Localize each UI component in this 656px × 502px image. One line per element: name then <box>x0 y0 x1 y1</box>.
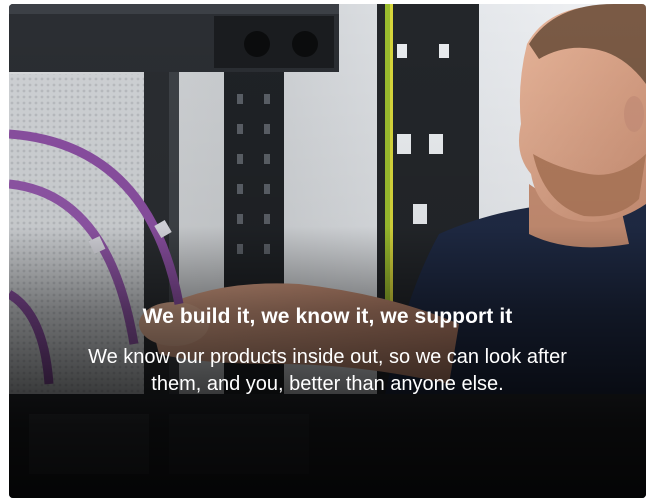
hero-caption: We build it, we know it, we support it W… <box>49 304 606 398</box>
image-gradient-overlay <box>9 4 646 498</box>
hero-card: We build it, we know it, we support it W… <box>9 4 646 498</box>
hero-headline: We build it, we know it, we support it <box>142 305 513 328</box>
hero-body-text: We know our products inside out, so we c… <box>88 346 567 395</box>
